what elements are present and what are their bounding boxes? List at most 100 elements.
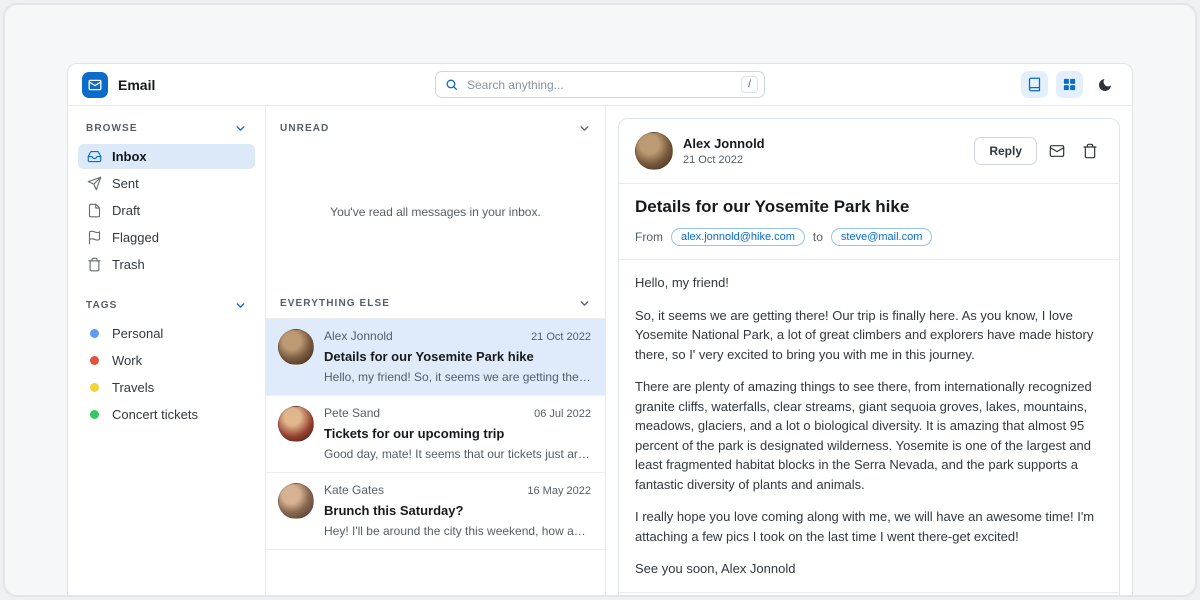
tags-section-header[interactable]: Tags — [78, 299, 255, 312]
inbox-icon — [86, 149, 102, 164]
email-body: Hello, my friend! So, it seems we are ge… — [635, 273, 1103, 579]
to-label: to — [813, 230, 823, 244]
moon-icon — [1097, 77, 1113, 93]
mail-item-title: Brunch this Saturday? — [324, 503, 591, 518]
reply-button[interactable]: Reply — [974, 137, 1037, 165]
avatar — [278, 329, 314, 365]
dark-mode-toggle[interactable] — [1091, 71, 1118, 98]
forward-mail-icon-button[interactable] — [1043, 138, 1070, 165]
avatar — [278, 483, 314, 519]
window-frame: Email / — [3, 3, 1197, 597]
mail-item-meta: Kate Gates 16 May 2022 — [324, 483, 591, 497]
email-app: Email / — [67, 63, 1133, 597]
delete-icon-button[interactable] — [1076, 138, 1103, 165]
mail-list-item[interactable]: Alex Jonnold 21 Oct 2022 Details for our… — [266, 319, 605, 396]
everything-else-section-header[interactable]: Everything else — [266, 281, 605, 318]
chevron-down-icon[interactable] — [234, 299, 247, 312]
email-subject: Details for our Yosemite Park hike — [635, 197, 1103, 217]
email-detail-pane: Alex Jonnold 21 Oct 2022 Reply — [606, 106, 1132, 597]
sender-name: Alex Jonnold — [683, 136, 765, 151]
tag-label: Travels — [112, 380, 154, 395]
email-body-paragraph: Hello, my friend! — [635, 273, 1103, 293]
app-title: Email — [118, 77, 155, 93]
trash-icon — [86, 257, 102, 272]
unread-label: Unread — [280, 123, 329, 134]
book-icon-button[interactable] — [1021, 71, 1048, 98]
mail-item-title: Details for our Yosemite Park hike — [324, 349, 591, 364]
header-bar: Email / — [68, 64, 1132, 106]
to-email-chip[interactable]: steve@mail.com — [831, 228, 932, 246]
sidebar-item-label: Trash — [112, 257, 145, 272]
email-card: Alex Jonnold 21 Oct 2022 Reply — [618, 118, 1120, 597]
mail-item-body: Pete Sand 06 Jul 2022 Tickets for our up… — [324, 406, 591, 461]
tag-label: Concert tickets — [112, 407, 198, 422]
mail-item-date: 16 May 2022 — [527, 485, 591, 497]
mail-item-sender: Pete Sand — [324, 406, 380, 420]
sidebar-item-label: Flagged — [112, 230, 159, 245]
search-icon — [445, 78, 458, 91]
email-logo-icon[interactable] — [82, 72, 108, 98]
sidebar-item-label: Inbox — [112, 149, 147, 164]
tag-item-travels[interactable]: Travels — [78, 375, 255, 400]
tag-color-dot — [90, 329, 99, 338]
chevron-down-icon[interactable] — [234, 122, 247, 135]
mail-item-meta: Alex Jonnold 21 Oct 2022 — [324, 329, 591, 343]
apps-grid-icon-button[interactable] — [1056, 71, 1083, 98]
email-body-paragraph: I really hope you love coming along with… — [635, 507, 1103, 546]
unread-section-header[interactable]: Unread — [266, 106, 605, 143]
avatar — [635, 132, 673, 170]
everything-else-label: Everything else — [280, 298, 390, 309]
tags-list: Personal Work Travels Concert tickets — [78, 321, 255, 427]
mail-item-body: Alex Jonnold 21 Oct 2022 Details for our… — [324, 329, 591, 384]
chevron-down-icon[interactable] — [578, 122, 591, 135]
sidebar: Browse Inbox — [68, 106, 266, 597]
main-columns: Browse Inbox — [68, 106, 1132, 597]
divider — [619, 592, 1119, 593]
sidebar-item-flagged[interactable]: Flagged — [78, 225, 255, 250]
sidebar-item-label: Draft — [112, 203, 140, 218]
tag-label: Personal — [112, 326, 163, 341]
mail-item-snippet: Hey! I'll be around the city this weeken… — [324, 524, 591, 538]
from-to-row: From alex.jonnold@hike.com to steve@mail… — [635, 228, 1103, 246]
mail-item-title: Tickets for our upcoming trip — [324, 426, 591, 441]
tags-label: Tags — [86, 300, 117, 311]
sidebar-item-inbox[interactable]: Inbox — [78, 144, 255, 169]
flag-icon — [86, 230, 102, 245]
tag-item-work[interactable]: Work — [78, 348, 255, 373]
search-shortcut-key: / — [741, 76, 758, 93]
mail-item-sender: Kate Gates — [324, 483, 384, 497]
brand: Email — [82, 72, 155, 98]
unread-empty-message: You've read all messages in your inbox. — [266, 143, 605, 281]
tag-color-dot — [90, 356, 99, 365]
mail-item-sender: Alex Jonnold — [324, 329, 393, 343]
email-body-paragraph: See you soon, Alex Jonnold — [635, 559, 1103, 579]
email-actions: Reply — [974, 137, 1103, 165]
chevron-down-icon[interactable] — [578, 297, 591, 310]
sidebar-item-draft[interactable]: Draft — [78, 198, 255, 223]
header-actions — [1021, 71, 1118, 98]
tag-item-concert-tickets[interactable]: Concert tickets — [78, 402, 255, 427]
mail-item-snippet: Hello, my friend! So, it seems we are ge… — [324, 370, 591, 384]
avatar — [278, 406, 314, 442]
tag-item-personal[interactable]: Personal — [78, 321, 255, 346]
mail-list-item[interactable]: Kate Gates 16 May 2022 Brunch this Satur… — [266, 473, 605, 550]
email-body-paragraph: So, it seems we are getting there! Our t… — [635, 306, 1103, 365]
email-body-paragraph: There are plenty of amazing things to se… — [635, 377, 1103, 494]
from-label: From — [635, 230, 663, 244]
search-input[interactable] — [465, 77, 734, 93]
send-icon — [86, 176, 102, 191]
tag-color-dot — [90, 383, 99, 392]
trash-icon — [1082, 143, 1098, 159]
divider — [619, 183, 1119, 184]
tag-label: Work — [112, 353, 142, 368]
from-email-chip[interactable]: alex.jonnold@hike.com — [671, 228, 805, 246]
mail-list-item[interactable]: Pete Sand 06 Jul 2022 Tickets for our up… — [266, 396, 605, 473]
mail-item-meta: Pete Sand 06 Jul 2022 — [324, 406, 591, 420]
browse-section-header[interactable]: Browse — [78, 122, 255, 135]
sidebar-item-sent[interactable]: Sent — [78, 171, 255, 196]
divider — [619, 259, 1119, 260]
mail-list-pane: Unread You've read all messages in your … — [266, 106, 606, 597]
book-icon — [1027, 77, 1042, 92]
browse-list: Inbox Sent Draft — [78, 144, 255, 277]
sidebar-item-trash[interactable]: Trash — [78, 252, 255, 277]
